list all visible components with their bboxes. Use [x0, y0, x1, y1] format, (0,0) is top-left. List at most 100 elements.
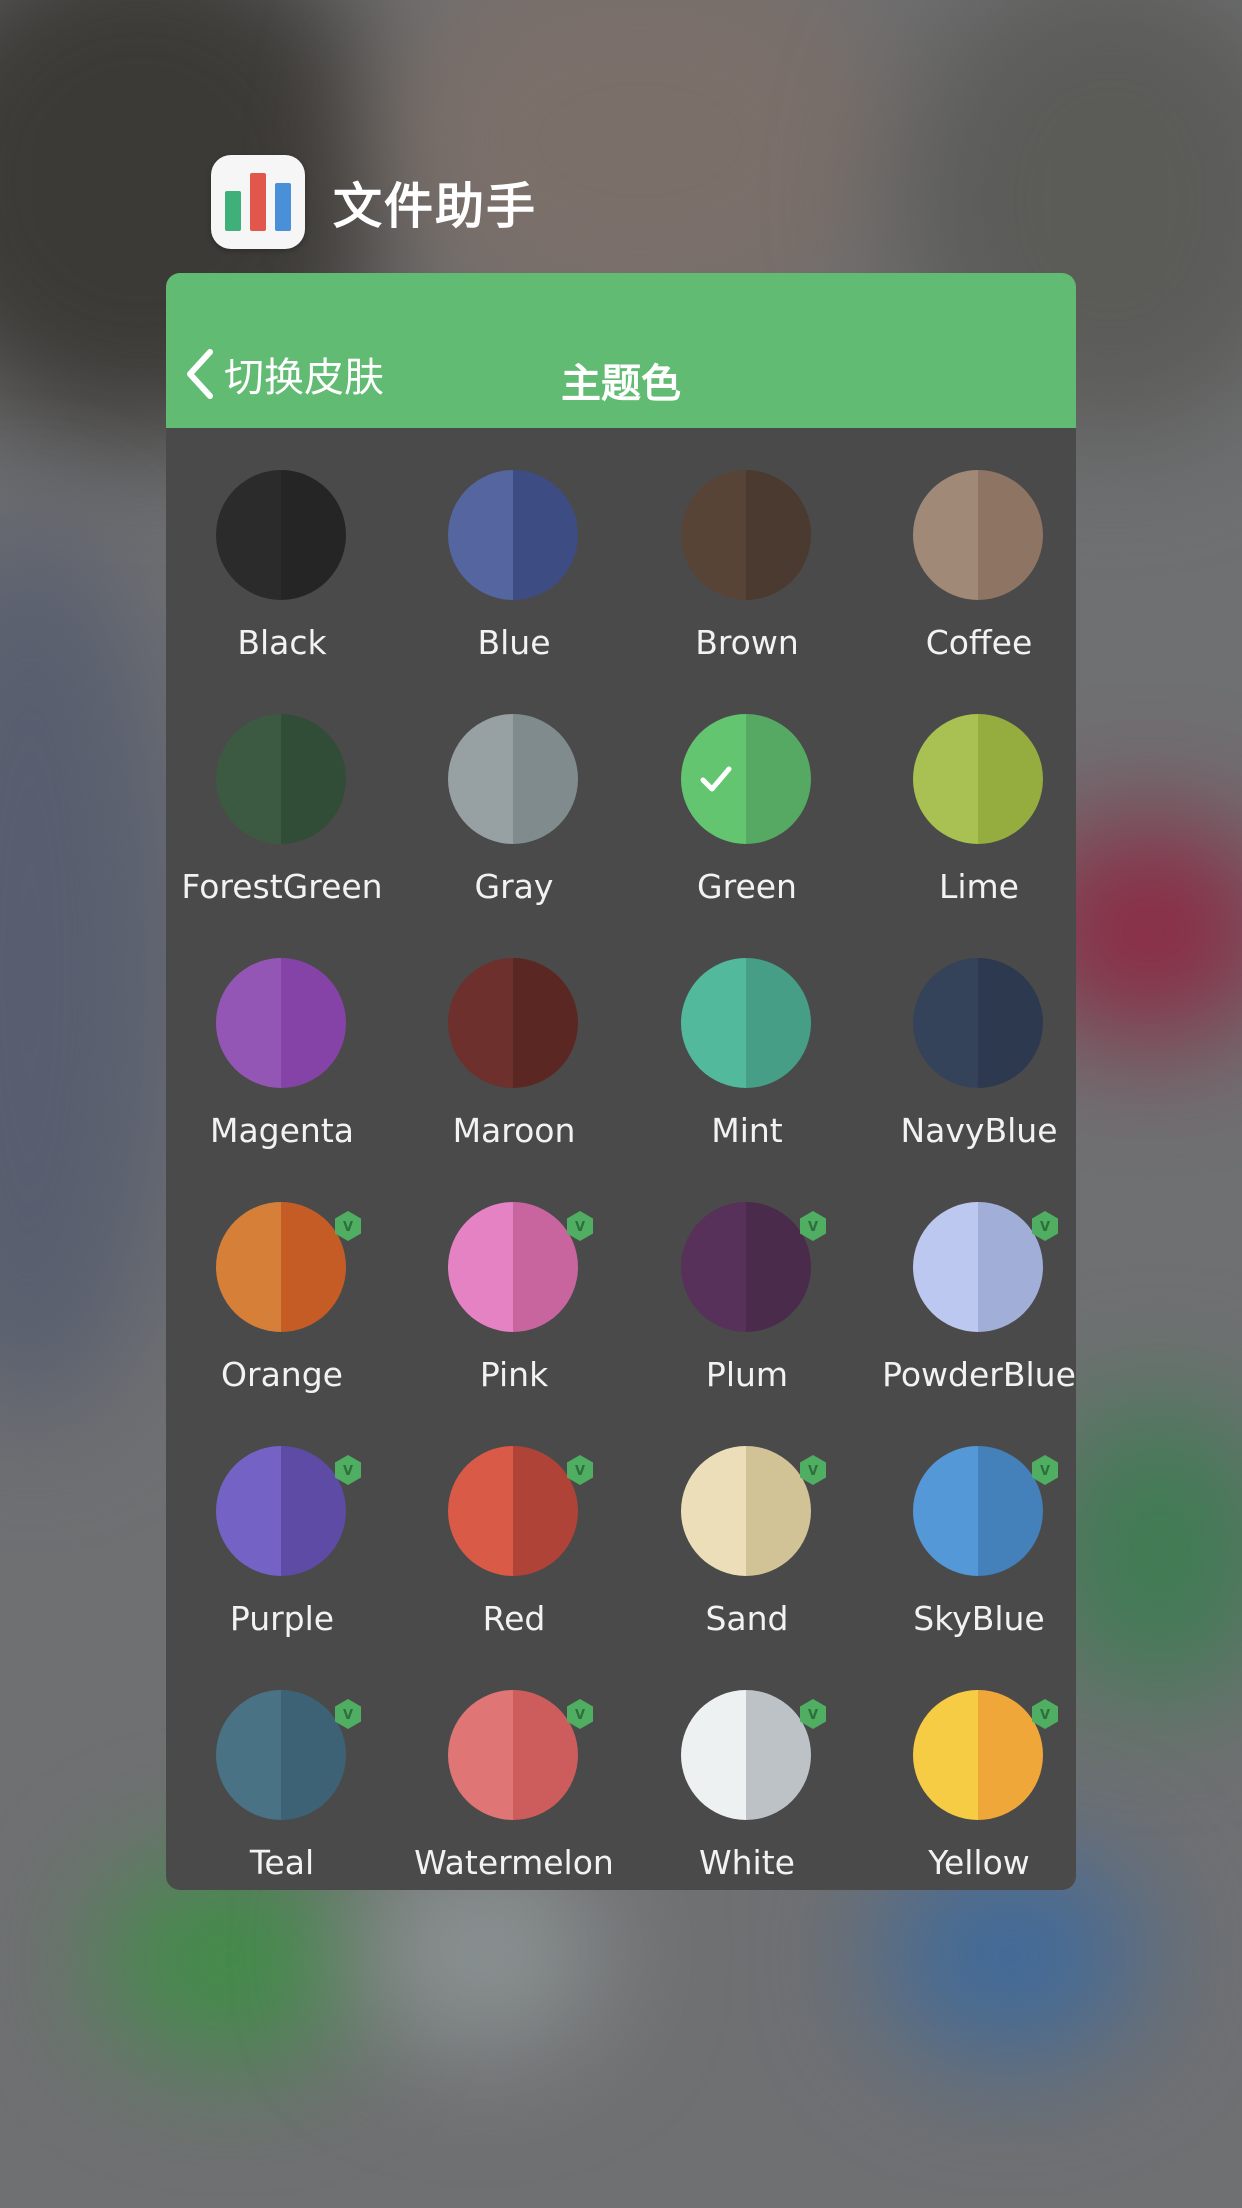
swatch-right-half	[281, 470, 346, 600]
theme-option-powderblue[interactable]: V PowderBlue	[863, 1160, 1076, 1404]
swatch-left-half	[681, 1446, 746, 1576]
theme-option-white[interactable]: V White	[631, 1648, 863, 1890]
svg-text:V: V	[575, 1464, 585, 1479]
color-swatch[interactable]	[913, 958, 1043, 1088]
theme-option-navyblue[interactable]: NavyBlue	[863, 916, 1076, 1160]
theme-name-label: Plum	[705, 1355, 789, 1394]
swatch-left-half	[913, 1202, 978, 1332]
color-swatch[interactable]	[913, 1690, 1043, 1820]
swatch-left-half	[216, 714, 281, 844]
theme-name-label: Maroon	[452, 1111, 576, 1150]
svg-text:V: V	[1040, 1708, 1050, 1723]
vip-badge-icon: V	[1029, 1454, 1061, 1486]
swatch-left-half	[216, 1202, 281, 1332]
color-swatch[interactable]	[681, 1446, 811, 1576]
page-title: 主题色	[561, 361, 681, 407]
swatch-right-half	[513, 470, 578, 600]
color-swatch[interactable]	[448, 1446, 578, 1576]
svg-text:V: V	[575, 1220, 585, 1235]
swatch-right-half	[978, 470, 1043, 600]
vip-badge-icon: V	[332, 1698, 364, 1730]
theme-name-label: Red	[482, 1599, 546, 1638]
theme-option-magenta[interactable]: Magenta	[166, 916, 398, 1160]
theme-name-label: Black	[237, 623, 327, 662]
color-swatch[interactable]	[216, 958, 346, 1088]
theme-name-label: Brown	[695, 623, 799, 662]
theme-option-lime[interactable]: Lime	[863, 672, 1076, 916]
color-swatch[interactable]	[216, 714, 346, 844]
swatch-left-half	[448, 1202, 513, 1332]
swatch-right-half	[978, 714, 1043, 844]
theme-name-label: White	[699, 1843, 795, 1882]
swatch-left-half	[448, 1690, 513, 1820]
color-swatch[interactable]	[216, 1202, 346, 1332]
theme-option-gray[interactable]: Gray	[398, 672, 630, 916]
color-swatch[interactable]	[216, 470, 346, 600]
color-swatch[interactable]	[448, 958, 578, 1088]
theme-name-label: Purple	[229, 1599, 335, 1638]
theme-option-orange[interactable]: V Orange	[166, 1160, 398, 1404]
color-swatch[interactable]	[216, 1690, 346, 1820]
file-assistant-app-icon	[211, 155, 305, 249]
swatch-right-half	[281, 714, 346, 844]
swatch-right-half	[746, 958, 811, 1088]
svg-text:V: V	[808, 1464, 818, 1479]
color-swatch[interactable]	[681, 470, 811, 600]
swatch-left-half	[448, 714, 513, 844]
color-swatch[interactable]	[913, 1446, 1043, 1576]
color-swatch[interactable]	[448, 714, 578, 844]
theme-option-watermelon[interactable]: V Watermelon	[398, 1648, 630, 1890]
app-header: 文件助手	[211, 155, 537, 249]
swatch-left-half	[216, 470, 281, 600]
theme-name-label: Magenta	[209, 1111, 355, 1150]
svg-text:V: V	[808, 1708, 818, 1723]
theme-option-plum[interactable]: V Plum	[631, 1160, 863, 1404]
theme-option-purple[interactable]: V Purple	[166, 1404, 398, 1648]
swatch-left-half	[681, 1690, 746, 1820]
vip-badge-icon: V	[797, 1698, 829, 1730]
color-swatch[interactable]	[681, 1202, 811, 1332]
color-swatch[interactable]	[216, 1446, 346, 1576]
swatch-right-half	[513, 958, 578, 1088]
swatch-left-half	[913, 958, 978, 1088]
color-swatch[interactable]	[681, 1690, 811, 1820]
theme-option-skyblue[interactable]: V SkyBlue	[863, 1404, 1076, 1648]
color-swatch[interactable]	[448, 1690, 578, 1820]
theme-option-maroon[interactable]: Maroon	[398, 916, 630, 1160]
swatch-left-half	[681, 470, 746, 600]
color-swatch[interactable]	[913, 470, 1043, 600]
vip-badge-icon: V	[332, 1454, 364, 1486]
theme-option-pink[interactable]: V Pink	[398, 1160, 630, 1404]
color-swatch[interactable]	[448, 1202, 578, 1332]
theme-option-red[interactable]: V Red	[398, 1404, 630, 1648]
navigation-bar: 切换皮肤 主题色	[166, 273, 1076, 428]
svg-text:V: V	[1040, 1464, 1050, 1479]
swatch-left-half	[681, 958, 746, 1088]
color-swatch[interactable]	[913, 1202, 1043, 1332]
vip-badge-icon: V	[564, 1454, 596, 1486]
theme-name-label: SkyBlue	[913, 1599, 1045, 1638]
swatch-left-half	[913, 714, 978, 844]
vip-badge-icon: V	[332, 1210, 364, 1242]
color-swatch[interactable]	[681, 958, 811, 1088]
theme-option-coffee[interactable]: Coffee	[863, 428, 1076, 672]
theme-option-brown[interactable]: Brown	[631, 428, 863, 672]
color-swatch[interactable]	[681, 714, 811, 844]
theme-name-label: Gray	[474, 867, 554, 906]
theme-option-yellow[interactable]: V Yellow	[863, 1648, 1076, 1890]
color-swatch[interactable]	[448, 470, 578, 600]
swatch-left-half	[448, 470, 513, 600]
theme-option-sand[interactable]: V Sand	[631, 1404, 863, 1648]
color-swatch[interactable]	[913, 714, 1043, 844]
vip-badge-icon: V	[564, 1698, 596, 1730]
theme-option-teal[interactable]: V Teal	[166, 1648, 398, 1890]
theme-option-black[interactable]: Black	[166, 428, 398, 672]
theme-option-forestgreen[interactable]: ForestGreen	[166, 672, 398, 916]
theme-option-mint[interactable]: Mint	[631, 916, 863, 1160]
theme-option-green[interactable]: Green	[631, 672, 863, 916]
swatch-right-half	[281, 958, 346, 1088]
swatch-left-half	[913, 1690, 978, 1820]
theme-option-blue[interactable]: Blue	[398, 428, 630, 672]
theme-name-label: Green	[697, 867, 797, 906]
swatch-left-half	[448, 958, 513, 1088]
